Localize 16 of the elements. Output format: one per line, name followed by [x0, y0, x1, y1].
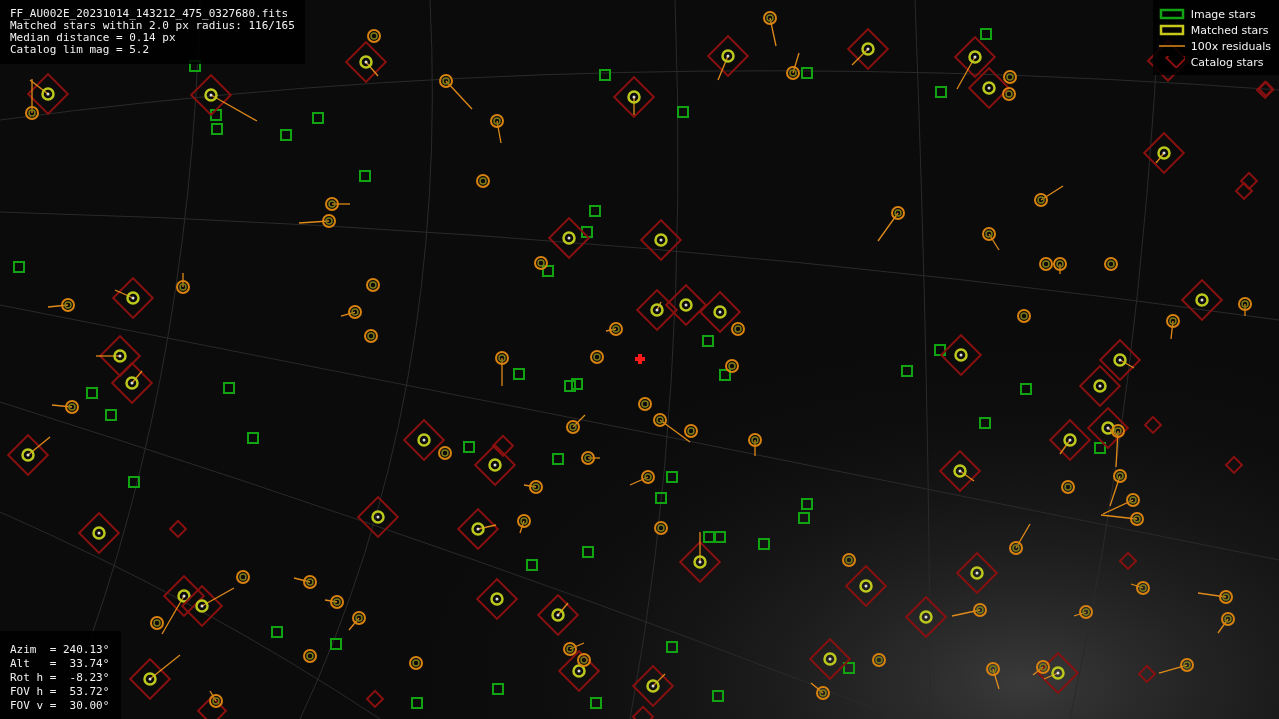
pointing-text: Rot h = -8.23°	[10, 671, 110, 685]
legend-label: Image stars	[1190, 7, 1256, 21]
legend-label: Matched stars	[1190, 23, 1269, 37]
pointing-text: FOV h = 53.72°	[10, 685, 110, 699]
pointing-text: Azim = 240.13°	[10, 643, 110, 657]
info-text: FF_AU002E_20231014_143212_475_0327680.fits	[10, 8, 290, 20]
pointing-text: Alt = 33.74°	[10, 657, 110, 671]
info-text: Catalog lim mag = 5.2	[10, 44, 151, 56]
box-outline-icon	[1158, 24, 1185, 36]
legend-label: 100x residuals	[1190, 39, 1271, 53]
square-outline-icon	[1158, 8, 1185, 20]
info-text: Matched stars within 2.0 px radius: 116/165	[10, 20, 295, 32]
center-cross-icon	[635, 354, 645, 364]
pointing-text: FOV v = 30.00°	[10, 699, 110, 713]
info-text: Median distance = 0.14 px	[10, 32, 177, 44]
legend-label: Catalog stars	[1190, 55, 1264, 69]
